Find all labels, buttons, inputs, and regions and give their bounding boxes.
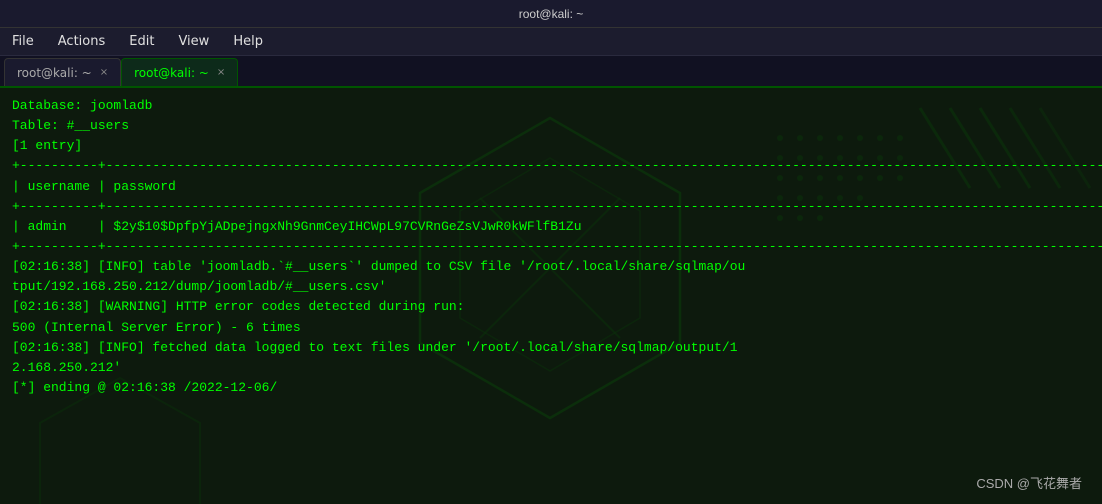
- tab-1-close[interactable]: ×: [217, 67, 225, 78]
- terminal-line: [*] ending @ 02:16:38 /2022-12-06/: [12, 378, 1090, 398]
- terminal-line: [02:16:38] [INFO] table 'joomladb.`#__us…: [12, 257, 1090, 277]
- terminal-line: 500 (Internal Server Error) - 6 times: [12, 318, 1090, 338]
- terminal-line: +----------+----------------------------…: [12, 237, 1090, 257]
- terminal-content: Database: joomladbTable: #__users[1 entr…: [0, 88, 1102, 504]
- title-bar: root@kali: ~: [0, 0, 1102, 28]
- terminal-line: tput/192.168.250.212/dump/joomladb/#__us…: [12, 277, 1090, 297]
- tab-1-label: root@kali: ~: [134, 66, 209, 80]
- menu-edit[interactable]: Edit: [125, 32, 158, 51]
- menu-actions[interactable]: Actions: [54, 32, 110, 51]
- terminal-line: +----------+----------------------------…: [12, 197, 1090, 217]
- tab-0-label: root@kali: ~: [17, 66, 92, 80]
- menu-file[interactable]: File: [8, 32, 38, 51]
- terminal-line: [02:16:38] [WARNING] HTTP error codes de…: [12, 297, 1090, 317]
- terminal-line: | admin | $2y$10$DpfpYjADpejngxNh9GnmCey…: [12, 217, 1090, 237]
- terminal-line: [02:16:38] [INFO] fetched data logged to…: [12, 338, 1090, 358]
- tab-0[interactable]: root@kali: ~ ×: [4, 58, 121, 86]
- terminal-line: +----------+----------------------------…: [12, 156, 1090, 176]
- tab-0-close[interactable]: ×: [100, 67, 108, 78]
- csdn-watermark: CSDN @飞花舞者: [976, 473, 1082, 492]
- menu-bar: File Actions Edit View Help: [0, 28, 1102, 56]
- terminal-line: Database: joomladb: [12, 96, 1090, 116]
- terminal-line: | username | password |: [12, 177, 1090, 197]
- menu-view[interactable]: View: [174, 32, 213, 51]
- terminal-line: 2.168.250.212': [12, 358, 1090, 378]
- terminal-line: [1 entry]: [12, 136, 1090, 156]
- tabs-bar: root@kali: ~ × root@kali: ~ ×: [0, 56, 1102, 88]
- terminal-line: Table: #__users: [12, 116, 1090, 136]
- tab-1[interactable]: root@kali: ~ ×: [121, 58, 238, 86]
- menu-help[interactable]: Help: [229, 32, 267, 51]
- title-bar-title: root@kali: ~: [0, 7, 1102, 21]
